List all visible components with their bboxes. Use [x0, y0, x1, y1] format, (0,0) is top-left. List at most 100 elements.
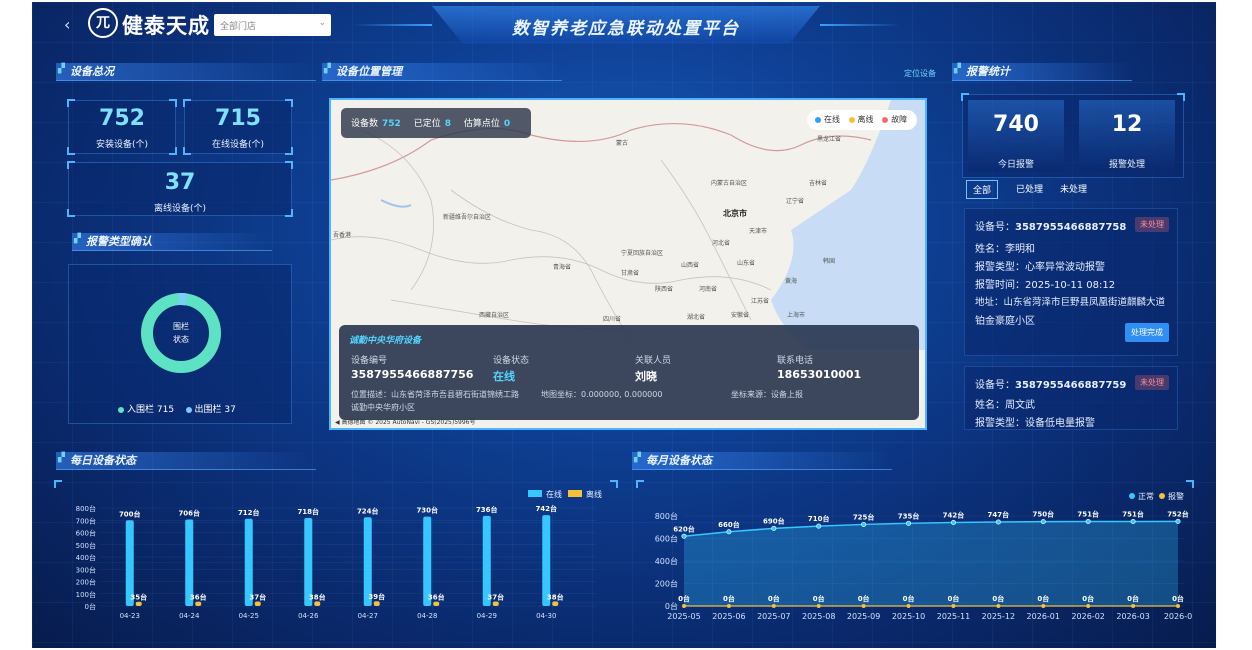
- offline-bar: [195, 601, 202, 606]
- y-tick-label: 300台: [76, 565, 96, 574]
- alarm-card[interactable]: 设备号：3587955466887758 未处理 姓名：李明和 报警类型：心率异…: [964, 208, 1178, 356]
- device-coord-source: 坐标来源：设备上报: [731, 390, 803, 399]
- device-id-field: 设备编号 3587955466887756: [351, 353, 473, 381]
- device-person-field: 关联人员 刘晓: [635, 353, 671, 384]
- alarm-device-id: 3587955466887758: [1015, 222, 1127, 233]
- alarm-card-device: 设备号：3587955466887759: [975, 376, 1126, 391]
- alarm-point: [906, 604, 911, 608]
- y-tick-label: 700台: [76, 516, 96, 525]
- normal-point: [861, 521, 867, 527]
- offline-bar-label: 35台: [130, 593, 147, 602]
- y-tick-label: 0台: [665, 601, 678, 611]
- stat-online-label: 在线设备(个): [211, 140, 265, 150]
- stat-installed-devices: 752 安装设备(个): [67, 99, 177, 155]
- legend-alarm-dot: [1159, 493, 1165, 499]
- stat-offline-label: 离线设备(个): [153, 204, 207, 214]
- alarm-point-label: 0台: [723, 594, 735, 603]
- offline-bar: [135, 601, 142, 606]
- map-estimated-label: 估算点位: [463, 119, 500, 129]
- offline-bar: [314, 601, 321, 606]
- y-tick-label: 500台: [76, 541, 96, 550]
- offline-bar-label: 37台: [487, 592, 504, 601]
- tab-unhandled[interactable]: 未处理: [1054, 180, 1093, 197]
- alarm-card-type: 报警类型：心率异常波动报警: [975, 262, 1105, 273]
- alarm-card-address: 地址：山东省菏泽市巨野县凤凰街道麒麟大道: [975, 297, 1166, 308]
- section-daily-status: 每日设备状态: [56, 452, 316, 470]
- map-label: 青海省: [553, 264, 572, 271]
- map-label: 西藏自治区: [479, 312, 510, 319]
- y-tick-label: 100台: [76, 590, 96, 599]
- online-bar-label: 700台: [119, 509, 141, 518]
- device-id-value: 3587955466887756: [351, 368, 474, 381]
- tab-handled[interactable]: 已处理: [1010, 180, 1049, 197]
- normal-point-label: 620台: [673, 524, 695, 533]
- x-tick-label: 04-30: [536, 612, 556, 620]
- store-select-value: 全部门店: [220, 22, 257, 32]
- offline-bar-label: 36台: [190, 593, 207, 602]
- alarm-card-type: 报警类型：设备低电量报警: [975, 418, 1095, 429]
- device-status-field: 设备状态 在线: [493, 353, 529, 384]
- device-phone-label: 联系电话: [777, 356, 814, 366]
- back-icon[interactable]: ‹: [64, 15, 70, 34]
- map-label: 河南省: [699, 286, 718, 293]
- alarm-point-label: 0台: [1127, 594, 1139, 603]
- header: ‹ 兀 健泰天成 全部门店 ⌄ 数智养老应急联动处置平台: [32, 2, 1216, 48]
- map-label: 吾香港: [333, 232, 352, 239]
- normal-point-label: 690台: [763, 516, 785, 525]
- donut-ring-in: [141, 293, 221, 373]
- map-label: 湖北省: [687, 314, 706, 321]
- logo-icon: 兀: [88, 8, 118, 38]
- map-located-value: 8: [444, 119, 451, 129]
- device-phone-field: 联系电话 18653010001: [777, 353, 861, 381]
- stat-installed-value: 752: [99, 106, 145, 131]
- handle-complete-button[interactable]: 处理完成: [1125, 323, 1169, 342]
- normal-point: [1175, 518, 1181, 524]
- donut-center-label-2: 状态: [173, 334, 189, 344]
- handled-alarms-value: 12: [1111, 112, 1143, 137]
- locate-device-link[interactable]: 定位设备: [904, 68, 936, 79]
- normal-point-label: 752台: [1167, 509, 1189, 518]
- online-bar-label: 742台: [535, 504, 557, 513]
- x-tick-label: 2025-06: [712, 612, 745, 621]
- stat-handled-alarms: 12 报警处理: [1079, 100, 1175, 172]
- stat-online-devices: 715 在线设备(个): [183, 99, 293, 155]
- normal-point: [771, 525, 777, 531]
- alarm-card[interactable]: 设备号：3587955466887759 未处理 姓名：周文武 报警类型：设备低…: [964, 366, 1178, 430]
- map-attribution: ◀ 高德地图 © 2025 AutoNavi - GS(2025)5996号: [335, 419, 476, 426]
- y-tick-label: 0台: [85, 602, 96, 611]
- legend-dot-out: [185, 406, 192, 413]
- map-label: 上海市: [787, 312, 806, 319]
- normal-point-label: 742台: [943, 511, 965, 520]
- device-status-value: 在线: [493, 370, 515, 383]
- store-select[interactable]: 全部门店 ⌄: [214, 14, 331, 36]
- section-monthly-status: 每月设备状态: [632, 452, 892, 470]
- y-tick-label: 600台: [76, 529, 96, 538]
- normal-point-label: 725台: [853, 512, 875, 521]
- section-device-overview: 设备总况: [56, 63, 316, 81]
- legend-online-label: 在线: [546, 489, 562, 499]
- map-label: 山东省: [737, 260, 756, 267]
- map-label: 安徽省: [731, 312, 750, 319]
- stat-installed-label: 安装设备(个): [95, 140, 149, 150]
- alarm-point-label: 0台: [678, 594, 690, 603]
- normal-point-label: 747台: [988, 510, 1010, 519]
- x-tick-label: 2025-09: [847, 612, 880, 621]
- offline-bar-label: 38台: [309, 592, 326, 601]
- tab-all[interactable]: 全部: [966, 180, 999, 199]
- status-badge: 未处理: [1135, 375, 1169, 390]
- normal-point-label: 750台: [1032, 510, 1054, 519]
- alarm-point: [861, 604, 866, 608]
- alarm-point-label: 0台: [903, 594, 915, 603]
- donut-legend: 入围栏 715 出围栏 37: [118, 402, 298, 415]
- x-tick-label: 2026-0: [1164, 612, 1192, 621]
- legend-offline-swatch: [568, 490, 582, 497]
- daily-status-chart: 0台 100台 200台 300台 400台 500台 600台 700台 800台 在线 离线 70…: [76, 489, 602, 620]
- normal-point-label: 751台: [1122, 510, 1144, 519]
- map-stats-panel: 设备数 752 已定位 8 估算点位 0: [341, 108, 531, 138]
- device-map[interactable]: 蒙古 黑龙江省 内蒙古自治区 吉林省 辽宁省 北京市 天津市 河北省 新疆维吾尔…: [329, 98, 927, 430]
- section-device-location: 设备位置管理: [322, 63, 562, 81]
- offline-bar-label: 38台: [547, 592, 564, 601]
- map-label: 江苏省: [751, 298, 770, 305]
- section-alarm-type: 报警类型确认: [72, 233, 272, 251]
- normal-point: [906, 520, 912, 526]
